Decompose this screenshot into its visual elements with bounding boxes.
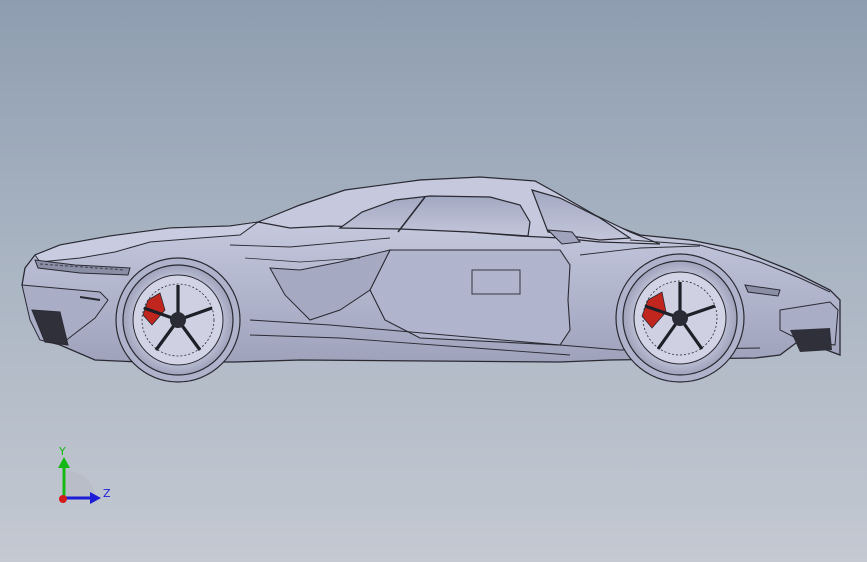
graphics-viewport[interactable]: Y Z xyxy=(0,0,867,562)
coordinate-triad: Y Z xyxy=(58,445,111,504)
y-axis-label: Y xyxy=(58,445,66,458)
z-axis-label: Z xyxy=(103,487,111,500)
x-axis-icon xyxy=(59,495,67,503)
